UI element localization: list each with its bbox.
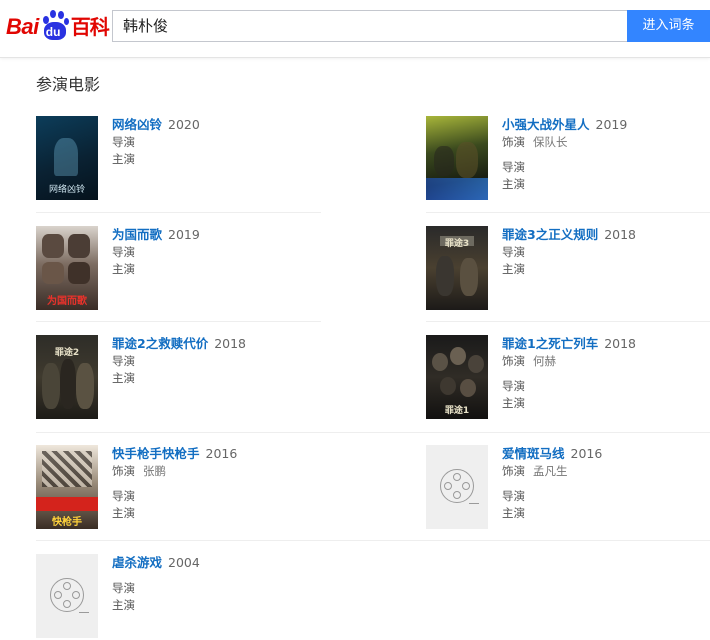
movie-year: 2018 xyxy=(604,336,637,351)
actor-label: 主演 xyxy=(112,371,135,385)
movie-title-link[interactable]: 网络凶铃 xyxy=(112,117,162,132)
actor-label: 主演 xyxy=(502,177,525,191)
actor-label: 主演 xyxy=(502,506,525,520)
movie-poster[interactable]: 快枪手 xyxy=(36,445,98,529)
film-reel-icon xyxy=(440,469,479,504)
actor-label: 主演 xyxy=(112,506,135,520)
section-title: 参演电影 xyxy=(36,75,101,94)
movie-item: 虐杀游戏 2004 导演 主演 xyxy=(36,554,336,640)
logo-bai-text: Bai xyxy=(6,14,39,39)
movie-item: 罪途2 罪途2之救赎代价 2018 导演 主演 xyxy=(36,335,336,425)
movie-poster[interactable]: 网络凶铃 xyxy=(36,116,98,200)
poster-placeholder[interactable] xyxy=(36,554,98,638)
poster-placeholder[interactable] xyxy=(426,445,488,529)
movie-poster[interactable]: 罪途3 xyxy=(426,226,488,310)
baidu-baike-logo[interactable]: Bai du 百科 xyxy=(6,6,110,42)
movie-year: 2019 xyxy=(595,117,628,132)
movie-poster[interactable] xyxy=(426,116,488,200)
poster-title: 罪途1 xyxy=(444,406,470,416)
movie-year: 2020 xyxy=(168,117,200,132)
director-label: 导演 xyxy=(112,135,135,149)
paw-icon: du xyxy=(40,10,70,42)
movie-year: 2018 xyxy=(214,336,247,351)
movie-item: 快枪手 快手枪手快枪手 2016 饰演 张鹏 导演 主演 xyxy=(36,445,336,535)
movie-year: 2018 xyxy=(604,227,637,242)
movie-title-link[interactable]: 罪途3之正义规则 xyxy=(502,227,598,242)
director-label: 导演 xyxy=(112,489,135,503)
movie-poster[interactable]: 罪途1 xyxy=(426,335,488,419)
movie-title-link[interactable]: 快手枪手快枪手 xyxy=(112,446,200,461)
logo-baike-text: 百科 xyxy=(70,15,110,39)
movie-year: 2016 xyxy=(570,446,603,461)
director-label: 导演 xyxy=(112,354,135,368)
movie-title-link[interactable]: 为国而歌 xyxy=(112,227,162,242)
director-label: 导演 xyxy=(502,489,525,503)
actor-label: 主演 xyxy=(502,396,525,410)
actor-label: 主演 xyxy=(112,152,135,166)
movie-poster[interactable]: 罪途2 xyxy=(36,335,98,419)
row-divider xyxy=(36,212,321,213)
actor-label: 主演 xyxy=(112,598,135,612)
movie-item: 罪途1 罪途1之死亡列车 2018 饰演 何赫 导演 主演 xyxy=(426,335,710,425)
movie-item: 为国而歌 为国而歌 2019 导演 主演 xyxy=(36,226,336,316)
actor-label: 主演 xyxy=(112,262,135,276)
movie-title-link[interactable]: 罪途1之死亡列车 xyxy=(502,336,598,351)
movie-item: 爱情斑马线 2016 饰演 孟凡生 导演 主演 xyxy=(426,445,710,535)
role-value: 保队长 xyxy=(533,135,568,149)
role-label: 饰演 xyxy=(502,135,525,149)
logo-du-text: du xyxy=(45,25,61,39)
search-input[interactable]: 韩朴俊 xyxy=(112,10,627,42)
row-divider xyxy=(426,321,710,322)
movie-year: 2019 xyxy=(168,227,200,242)
movie-title-link[interactable]: 爱情斑马线 xyxy=(502,446,565,461)
director-label: 导演 xyxy=(112,581,135,595)
row-divider xyxy=(36,321,321,322)
poster-title: 快枪手 xyxy=(52,517,82,528)
director-label: 导演 xyxy=(502,379,525,393)
movie-poster[interactable]: 为国而歌 xyxy=(36,226,98,310)
poster-title: 网络凶铃 xyxy=(48,185,85,195)
director-label: 导演 xyxy=(502,160,525,174)
row-divider xyxy=(426,212,710,213)
director-label: 导演 xyxy=(502,245,525,259)
role-label: 饰演 xyxy=(502,354,525,368)
row-divider xyxy=(36,432,710,433)
movie-item: 小强大战外星人 2019 饰演 保队长 导演 主演 xyxy=(426,116,710,206)
role-value: 何赫 xyxy=(533,354,556,368)
poster-title: 为国而歌 xyxy=(47,296,87,307)
role-value: 张鹏 xyxy=(143,464,166,478)
role-label: 饰演 xyxy=(502,464,525,478)
poster-title: 罪途2 xyxy=(54,348,80,358)
top-header: Bai du 百科 韩朴俊 进入词条 xyxy=(0,0,710,58)
role-label: 饰演 xyxy=(112,464,135,478)
poster-title: 罪途3 xyxy=(444,239,470,249)
film-reel-icon xyxy=(50,578,89,613)
row-divider xyxy=(36,540,710,541)
movie-title-link[interactable]: 罪途2之救赎代价 xyxy=(112,336,208,351)
movie-item: 罪途3 罪途3之正义规则 2018 导演 主演 xyxy=(426,226,710,316)
movie-title-link[interactable]: 虐杀游戏 xyxy=(112,555,162,570)
director-label: 导演 xyxy=(112,245,135,259)
movie-year: 2004 xyxy=(168,555,200,570)
movie-year: 2016 xyxy=(205,446,238,461)
actor-label: 主演 xyxy=(502,262,525,276)
role-value: 孟凡生 xyxy=(533,464,568,478)
movie-title-link[interactable]: 小强大战外星人 xyxy=(502,117,590,132)
enter-entry-button[interactable]: 进入词条 xyxy=(627,10,710,42)
movie-item: 网络凶铃 网络凶铃 2020 导演 主演 xyxy=(36,116,336,206)
